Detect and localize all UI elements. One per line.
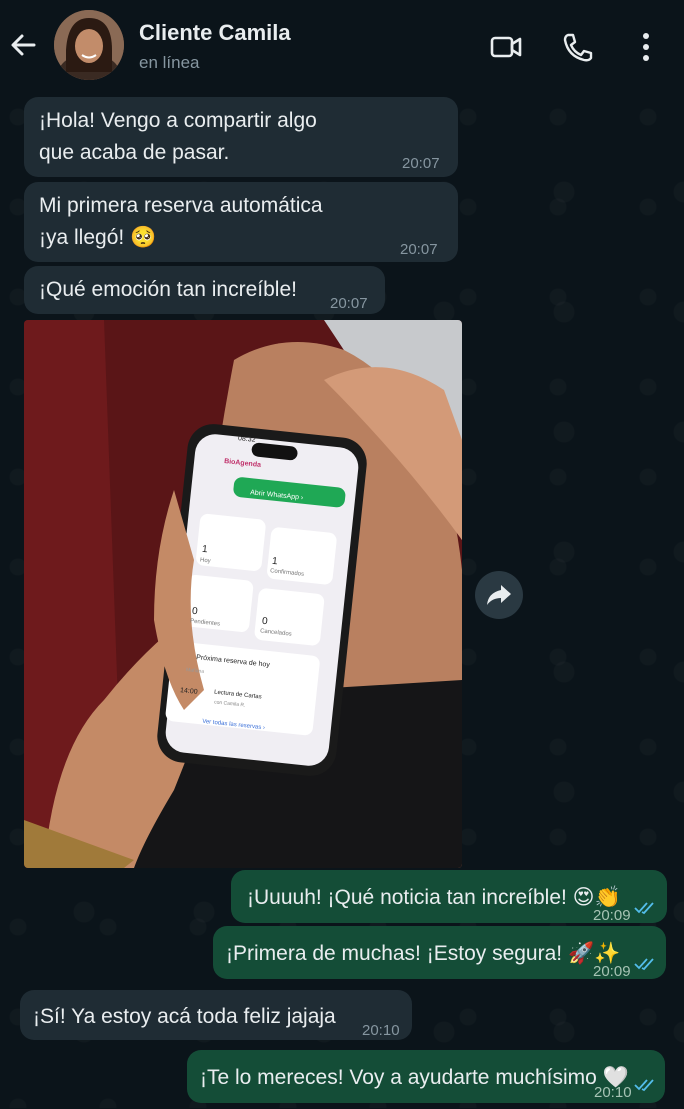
message-text: ¡Primera de muchas! ¡Estoy segura! 🚀✨ xyxy=(226,942,621,965)
message-text: ¡Sí! Ya estoy acá toda feliz jajaja xyxy=(33,1005,336,1028)
read-receipt-icon xyxy=(634,902,654,915)
chat-header: Cliente Camila en línea xyxy=(0,0,684,92)
stat-value: 1 xyxy=(201,543,209,556)
phone-call-icon[interactable] xyxy=(562,32,594,62)
stat-value: 1 xyxy=(271,555,279,568)
message-text: ¡Uuuuh! ¡Qué noticia tan increíble! 😍👏 xyxy=(247,886,621,909)
forward-button[interactable] xyxy=(475,571,523,619)
message-time: 20:09 xyxy=(593,963,631,980)
contact-status: en línea xyxy=(139,53,200,72)
incoming-message[interactable]: ¡Sí! Ya estoy acá toda feliz jajaja 20:1… xyxy=(20,990,412,1040)
incoming-message[interactable]: Mi primera reserva automática ¡ya llegó!… xyxy=(24,182,458,262)
message-time: 20:10 xyxy=(362,1022,400,1039)
stat-label: Hoy xyxy=(199,557,211,565)
contact-name[interactable]: Cliente Camila xyxy=(139,20,291,46)
photo-illustration xyxy=(24,320,462,868)
incoming-message[interactable]: ¡Qué emoción tan increíble! 20:07 xyxy=(24,266,385,314)
message-time: 20:07 xyxy=(400,241,438,258)
stat-value: 0 xyxy=(191,605,199,618)
forward-icon xyxy=(487,585,511,605)
more-options-icon[interactable] xyxy=(630,32,662,62)
message-text: ¡Qué emoción tan increíble! xyxy=(39,278,297,301)
message-time: 20:10 xyxy=(594,1084,632,1101)
back-arrow-icon[interactable] xyxy=(8,30,38,60)
image-message[interactable]: 08:32 BioAgenda Abrir WhatsApp › 1 Hoy 1… xyxy=(24,320,462,868)
message-text: que acaba de pasar. xyxy=(39,141,230,164)
outgoing-message[interactable]: ¡Primera de muchas! ¡Estoy segura! 🚀✨ 20… xyxy=(213,926,666,980)
video-call-icon[interactable] xyxy=(490,32,522,62)
outgoing-message[interactable]: ¡Te lo mereces! Voy a ayudarte muchísimo… xyxy=(187,1050,665,1103)
message-text: ¡Te lo mereces! Voy a ayudarte muchísimo… xyxy=(200,1066,629,1089)
read-receipt-icon xyxy=(634,1079,654,1092)
message-time: 20:07 xyxy=(402,155,440,172)
message-text: ¡ya llegó! 🥺 xyxy=(39,226,157,249)
stat-value: 0 xyxy=(261,615,269,628)
incoming-message[interactable]: ¡Hola! Vengo a compartir algo que acaba … xyxy=(24,97,458,177)
read-receipt-icon xyxy=(634,958,654,971)
outgoing-message[interactable]: ¡Uuuuh! ¡Qué noticia tan increíble! 😍👏 2… xyxy=(231,870,667,924)
message-text: ¡Hola! Vengo a compartir algo xyxy=(39,109,317,132)
message-text: Mi primera reserva automática xyxy=(39,194,323,217)
avatar[interactable] xyxy=(54,10,124,80)
message-time: 20:07 xyxy=(330,295,368,312)
